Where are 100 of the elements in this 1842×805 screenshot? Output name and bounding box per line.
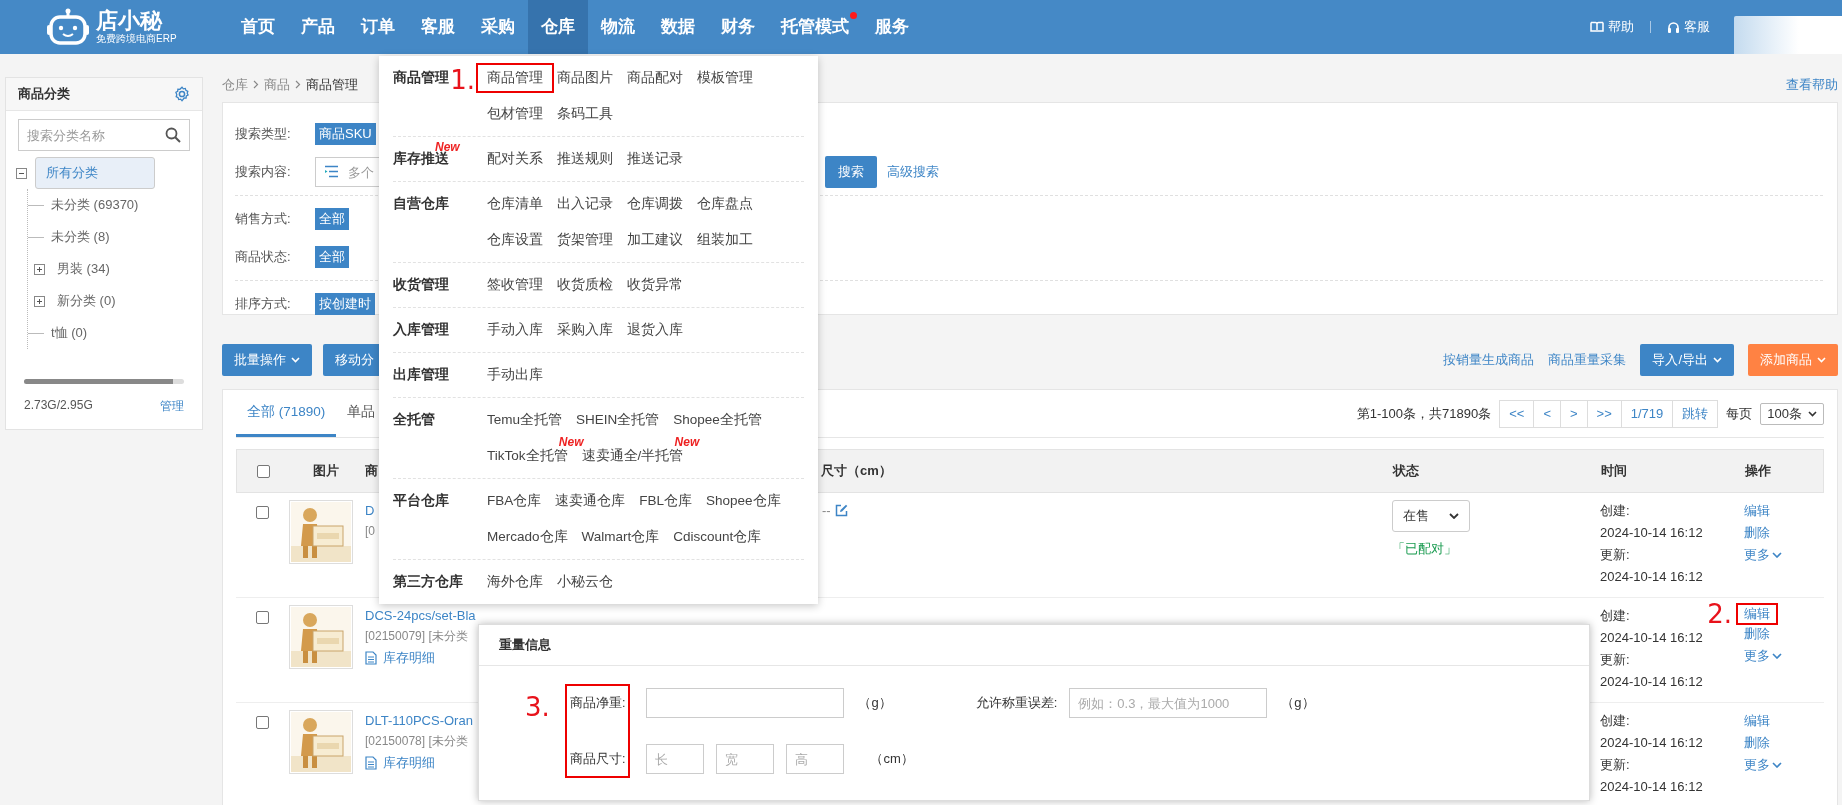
pagination-button[interactable]: 1/719: [1620, 400, 1673, 427]
menu-item[interactable]: FBA仓库: [487, 492, 542, 510]
product-name-link[interactable]: DCS-24pcs/set-Bla: [365, 605, 476, 626]
top-link[interactable]: 帮助: [1588, 18, 1636, 36]
tree-item[interactable]: 所有分类: [35, 157, 155, 189]
toolbar-button[interactable]: 批量操作: [222, 344, 312, 376]
input-field[interactable]: 高: [786, 744, 845, 774]
pagination-button[interactable]: <: [1533, 400, 1560, 427]
tree-item[interactable]: t恤 (0): [47, 318, 92, 348]
toolbar-link[interactable]: 商品重量采集: [1548, 351, 1627, 369]
menu-item[interactable]: 仓库设置: [487, 231, 543, 249]
menu-item[interactable]: 签收管理: [487, 276, 543, 294]
breadcrumb-item[interactable]: 商品: [264, 75, 290, 94]
menu-item[interactable]: 配对关系: [487, 150, 543, 168]
nav-tab[interactable]: 仓库: [528, 0, 588, 54]
tree-item[interactable]: 男装 (34): [53, 254, 114, 284]
action-link[interactable]: 更多: [1744, 645, 1782, 667]
menu-item[interactable]: 收货质检: [557, 276, 613, 294]
pagination-button[interactable]: <<: [1500, 400, 1534, 427]
action-link[interactable]: 删除: [1744, 522, 1770, 544]
nav-tab[interactable]: 采购: [468, 0, 528, 54]
menu-item[interactable]: Walmart仓库: [581, 528, 660, 546]
menu-item[interactable]: 速卖通仓库: [555, 492, 626, 510]
menu-item[interactable]: 包材管理: [487, 105, 543, 123]
menu-item[interactable]: Shopee仓库: [706, 492, 781, 510]
action-link[interactable]: 更多: [1744, 544, 1782, 566]
filter-option[interactable]: 按创建时: [315, 293, 375, 315]
tree-item[interactable]: 未分类 (8): [47, 222, 114, 252]
menu-item[interactable]: 手动出库: [487, 366, 543, 384]
nav-tab[interactable]: 产品: [288, 0, 348, 54]
product-name-link[interactable]: D: [365, 500, 375, 521]
action-link[interactable]: 编辑: [1738, 605, 1776, 623]
filter-option[interactable]: 全部: [315, 246, 349, 268]
breadcrumb-item[interactable]: 仓库: [222, 75, 248, 94]
menu-item[interactable]: 小秘云仓: [557, 573, 613, 591]
nav-tab[interactable]: 托管模式: [768, 0, 862, 54]
menu-item[interactable]: Shopee全托管: [673, 411, 762, 429]
menu-item[interactable]: SHEIN全托管: [576, 411, 660, 429]
input-field[interactable]: 例如：0.3，最大值为1000: [1069, 688, 1268, 718]
nav-tab[interactable]: 客服: [408, 0, 468, 54]
menu-item[interactable]: 手动入库: [487, 321, 543, 339]
nav-tab[interactable]: 订单: [348, 0, 408, 54]
toolbar-button[interactable]: 添加商品: [1748, 344, 1838, 376]
tree-item[interactable]: 未分类 (69370): [47, 190, 143, 220]
pagination-button[interactable]: 跳转: [1672, 400, 1718, 427]
toolbar-link[interactable]: 按销量生成商品: [1443, 351, 1535, 369]
menu-item[interactable]: 商品图片: [557, 69, 613, 87]
menu-item[interactable]: 海外仓库: [487, 573, 543, 591]
action-link[interactable]: 删除: [1744, 732, 1770, 754]
top-link[interactable]: 客服: [1665, 18, 1712, 36]
nav-tab[interactable]: 首页: [228, 0, 288, 54]
menu-item[interactable]: 仓库清单: [487, 195, 543, 213]
menu-item[interactable]: 推送规则: [557, 150, 613, 168]
checkbox[interactable]: [255, 506, 269, 519]
stock-detail-link[interactable]: 库存明细: [365, 752, 435, 773]
checkbox[interactable]: [256, 464, 270, 478]
input-field[interactable]: 长: [646, 744, 705, 774]
menu-item[interactable]: 仓库调拨: [627, 195, 683, 213]
menu-item[interactable]: 采购入库: [557, 321, 613, 339]
edit-icon[interactable]: [834, 504, 848, 517]
checkbox[interactable]: [255, 716, 269, 729]
nav-tab[interactable]: 数据: [648, 0, 708, 54]
menu-item[interactable]: TikTok全托管: [487, 447, 568, 465]
pagination-button[interactable]: >: [1559, 400, 1587, 427]
menu-item[interactable]: 组装加工: [697, 231, 753, 249]
nav-tab[interactable]: 服务: [862, 0, 922, 54]
menu-item[interactable]: 商品配对: [627, 69, 683, 87]
nav-tab[interactable]: 物流: [588, 0, 648, 54]
menu-item[interactable]: Temu全托管: [487, 411, 562, 429]
menu-item[interactable]: 收货异常: [627, 276, 683, 294]
menu-item[interactable]: Mercado仓库: [487, 528, 568, 546]
action-link[interactable]: 编辑: [1744, 500, 1770, 522]
menu-item[interactable]: Cdiscount仓库: [673, 528, 762, 546]
input-field[interactable]: [646, 688, 845, 718]
settings-icon[interactable]: [174, 86, 190, 102]
breadcrumb-item[interactable]: 商品管理: [306, 75, 358, 94]
menu-item[interactable]: 条码工具: [557, 105, 613, 123]
toolbar-button[interactable]: 导入/导出: [1640, 344, 1734, 376]
filter-option[interactable]: 商品SKU: [315, 123, 376, 145]
menu-item[interactable]: 模板管理: [697, 69, 753, 87]
filter-option[interactable]: 全部: [315, 208, 349, 230]
menu-item[interactable]: 加工建议: [627, 231, 683, 249]
search-button[interactable]: 搜索: [825, 156, 877, 188]
per-page-select[interactable]: 100条: [1760, 402, 1824, 425]
action-link[interactable]: 删除: [1744, 623, 1770, 645]
product-name-link[interactable]: DLT-110PCS-Oran: [365, 710, 473, 731]
manage-link[interactable]: 管理: [160, 398, 184, 415]
nav-tab[interactable]: 财务: [708, 0, 768, 54]
tree-toggle-icon[interactable]: [34, 263, 45, 275]
action-link[interactable]: 编辑: [1744, 710, 1770, 732]
tree-toggle-icon[interactable]: [16, 167, 27, 179]
advanced-search-link[interactable]: 高级搜索: [887, 163, 939, 181]
menu-item[interactable]: 推送记录: [627, 150, 683, 168]
tree-toggle-icon[interactable]: [34, 295, 45, 307]
tree-item[interactable]: 新分类 (0): [53, 286, 120, 316]
menu-item[interactable]: 出入记录: [557, 195, 613, 213]
menu-item[interactable]: FBL仓库: [639, 492, 693, 510]
action-link[interactable]: 更多: [1744, 754, 1782, 776]
menu-item[interactable]: 商品管理: [478, 65, 552, 91]
stock-detail-link[interactable]: 库存明细: [365, 647, 435, 668]
